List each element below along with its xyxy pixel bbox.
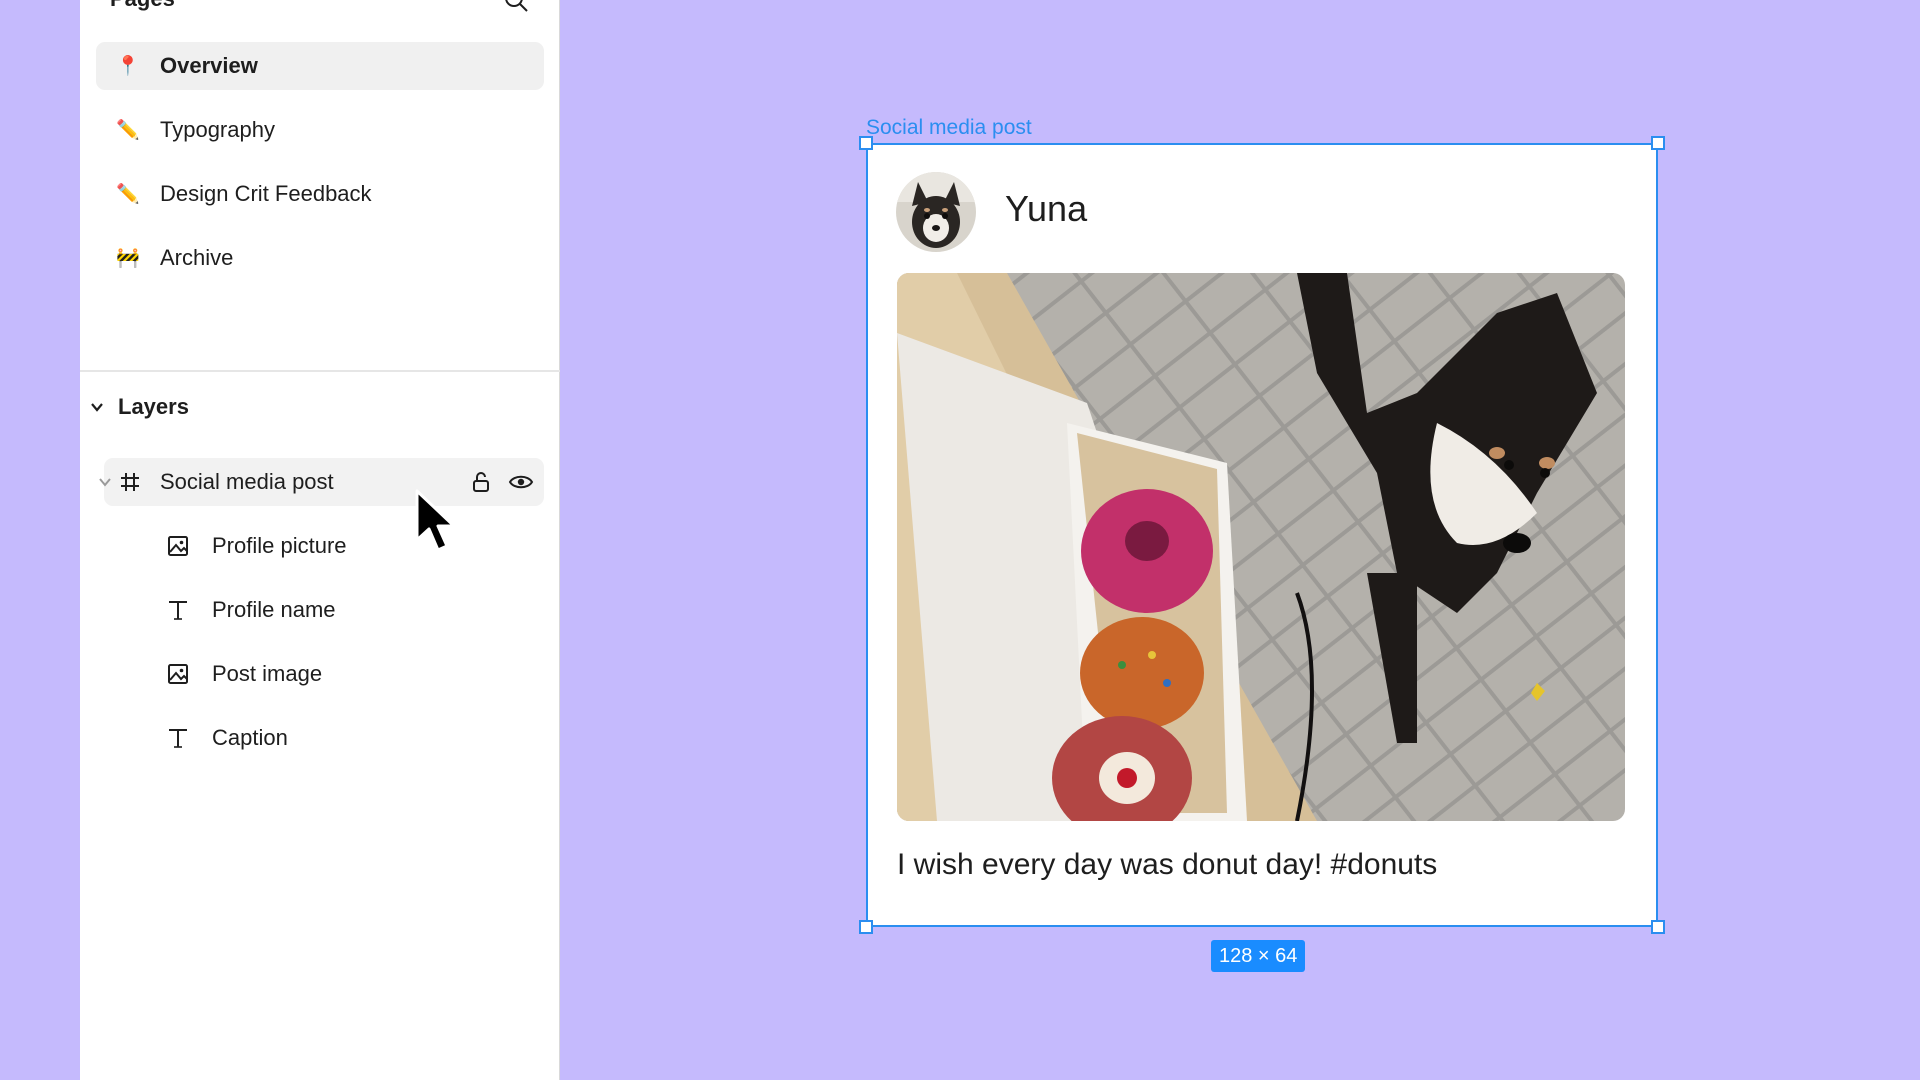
resize-handle-top-right[interactable]: [1651, 136, 1665, 150]
page-item-overview[interactable]: 📍 Overview: [96, 42, 544, 90]
page-item-design-crit-feedback[interactable]: ✏️ Design Crit Feedback: [96, 170, 544, 218]
post-image[interactable]: [897, 273, 1625, 821]
layer-row-post-image[interactable]: Post image: [152, 650, 544, 698]
eye-icon[interactable]: [508, 469, 534, 495]
chevron-down-icon[interactable]: [88, 398, 106, 416]
layer-label: Profile picture: [212, 533, 347, 558]
page-item-archive[interactable]: 🚧 Archive: [96, 234, 544, 282]
page-label: Archive: [160, 245, 234, 270]
mouse-cursor-icon: [415, 489, 456, 552]
chevron-down-icon[interactable]: [96, 473, 114, 491]
image-icon: [166, 534, 190, 558]
page-label: Typography: [160, 117, 275, 142]
pages-header: Pages: [110, 0, 530, 16]
search-icon[interactable]: [502, 0, 530, 14]
page-item-typography[interactable]: ✏️ Typography: [96, 106, 544, 154]
frame-hash-icon: [118, 470, 142, 494]
frame-name-label[interactable]: Social media post: [866, 116, 1032, 140]
layers-title: Layers: [118, 394, 189, 419]
resize-handle-bottom-right[interactable]: [1651, 920, 1665, 934]
layer-label: Post image: [212, 661, 323, 686]
caption-text[interactable]: I wish every day was donut day! #donuts: [897, 848, 1437, 882]
layer-row-actions: [468, 469, 534, 495]
pages-title: Pages: [110, 0, 175, 12]
page-label: Overview: [160, 53, 258, 78]
resize-handle-bottom-left[interactable]: [859, 920, 873, 934]
profile-name[interactable]: Yuna: [1005, 188, 1087, 230]
construction-icon: 🚧: [116, 248, 140, 269]
pencil-icon: ✏️: [116, 120, 140, 141]
size-badge: 128 × 64: [1211, 940, 1306, 972]
left-sidebar-panel: Pages 📍 Overview ✏️ Typography ✏️ Design…: [80, 0, 560, 1080]
pin-icon: 📍: [116, 56, 140, 77]
text-icon: [166, 726, 190, 750]
layer-label: Caption: [212, 725, 288, 750]
layer-row-profile-picture[interactable]: Profile picture: [152, 522, 544, 570]
section-divider: [80, 370, 560, 372]
text-icon: [166, 598, 190, 622]
lock-icon[interactable]: [468, 469, 494, 495]
layer-label: Profile name: [212, 597, 336, 622]
resize-handle-top-left[interactable]: [859, 136, 873, 150]
pencil-icon: ✏️: [116, 184, 140, 205]
profile-picture[interactable]: [896, 172, 976, 252]
layer-row-profile-name[interactable]: Profile name: [152, 586, 544, 634]
layers-header[interactable]: Layers: [88, 394, 189, 420]
layer-row-social-media-post[interactable]: Social media post: [99, 458, 544, 506]
layer-label: Social media post: [160, 469, 334, 494]
page-label: Design Crit Feedback: [160, 181, 372, 206]
image-icon: [166, 662, 190, 686]
layer-row-caption[interactable]: Caption: [152, 714, 544, 762]
